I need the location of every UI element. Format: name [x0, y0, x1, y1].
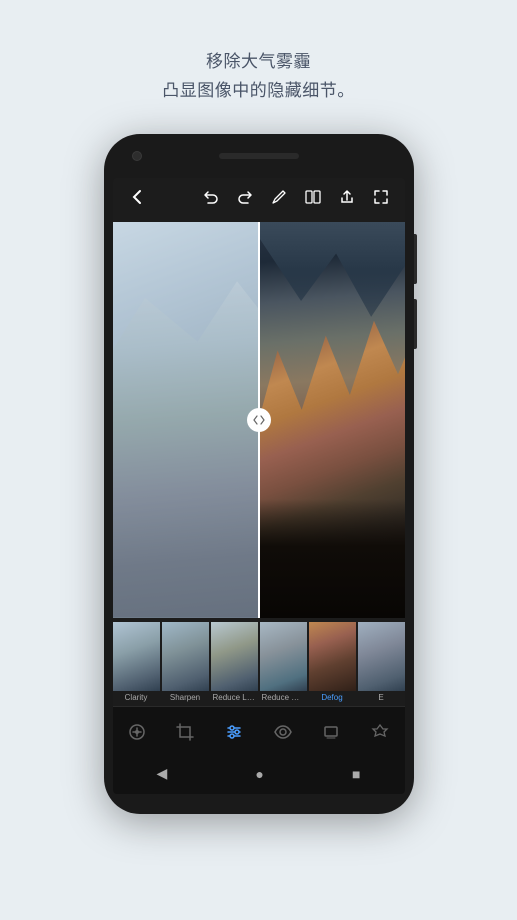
system-home-button[interactable]: ●: [255, 766, 263, 782]
toolbar-right-icons: [199, 185, 393, 214]
after-image: [259, 222, 405, 618]
adjust-button[interactable]: [216, 714, 252, 750]
phone-screen: Clarity Sharpen Reduce Lumi.. Reduce Col…: [113, 178, 405, 794]
thumb-defog-image: [309, 622, 356, 691]
thumb-reduce-colo-label: Reduce Colo..: [260, 691, 307, 702]
power-button: [414, 234, 417, 284]
description-line1: 移除大气雾霾: [162, 48, 355, 77]
phone-mockup: Clarity Sharpen Reduce Lumi.. Reduce Col…: [104, 134, 414, 814]
thumb-reduce-colo-image: [260, 622, 307, 691]
thumb-reduce-lumi-image: [211, 622, 258, 691]
thumb-reduce-colo[interactable]: Reduce Colo..: [260, 622, 307, 702]
header-description: 移除大气雾霾 凸显图像中的隐藏细节。: [162, 48, 355, 106]
redo-button[interactable]: [233, 185, 257, 214]
comparison-divider[interactable]: [258, 222, 260, 618]
phone-top-bar: [104, 134, 414, 178]
bottom-toolbar: [113, 706, 405, 758]
thumb-e[interactable]: E: [358, 622, 405, 702]
thumb-clarity-label: Clarity: [113, 691, 160, 702]
phone-bottom-bar: [104, 794, 414, 814]
volume-button: [414, 299, 417, 349]
image-comparison-area[interactable]: [113, 222, 405, 618]
layers-button[interactable]: [313, 714, 349, 750]
system-navigation-bar: ◀ ● ■: [113, 758, 405, 794]
edit-tool-button[interactable]: [267, 185, 291, 214]
thumb-clarity-image: [113, 622, 160, 691]
thumb-defog-label: Defog: [309, 691, 356, 702]
before-image: [113, 222, 259, 618]
fullscreen-button[interactable]: [369, 185, 393, 214]
description-line2: 凸显图像中的隐藏细节。: [162, 77, 355, 106]
filter-thumbnails-strip: Clarity Sharpen Reduce Lumi.. Reduce Col…: [113, 618, 405, 706]
thumb-reduce-lumi[interactable]: Reduce Lumi..: [211, 622, 258, 702]
divider-handle[interactable]: [247, 408, 271, 432]
thumb-sharpen[interactable]: Sharpen: [162, 622, 209, 702]
thumb-e-image: [358, 622, 405, 691]
thumb-sharpen-image: [162, 622, 209, 691]
share-button[interactable]: [335, 185, 359, 214]
crop-button[interactable]: [167, 714, 203, 750]
system-recent-button[interactable]: ■: [352, 766, 360, 782]
undo-button[interactable]: [199, 185, 223, 214]
preview-button[interactable]: [265, 714, 301, 750]
system-back-button[interactable]: ◀: [157, 765, 168, 782]
thumb-sharpen-label: Sharpen: [162, 691, 209, 702]
thumb-reduce-lumi-label: Reduce Lumi..: [211, 691, 258, 702]
auto-enhance-button[interactable]: [119, 714, 155, 750]
thumb-e-label: E: [358, 691, 405, 702]
thumb-defog[interactable]: Defog: [309, 622, 356, 702]
speaker-grille: [219, 153, 299, 159]
back-button[interactable]: [125, 184, 151, 215]
thumb-clarity[interactable]: Clarity: [113, 622, 160, 702]
front-camera: [132, 151, 142, 161]
app-toolbar: [113, 178, 405, 222]
healing-button[interactable]: [362, 714, 398, 750]
compare-button[interactable]: [301, 185, 325, 214]
